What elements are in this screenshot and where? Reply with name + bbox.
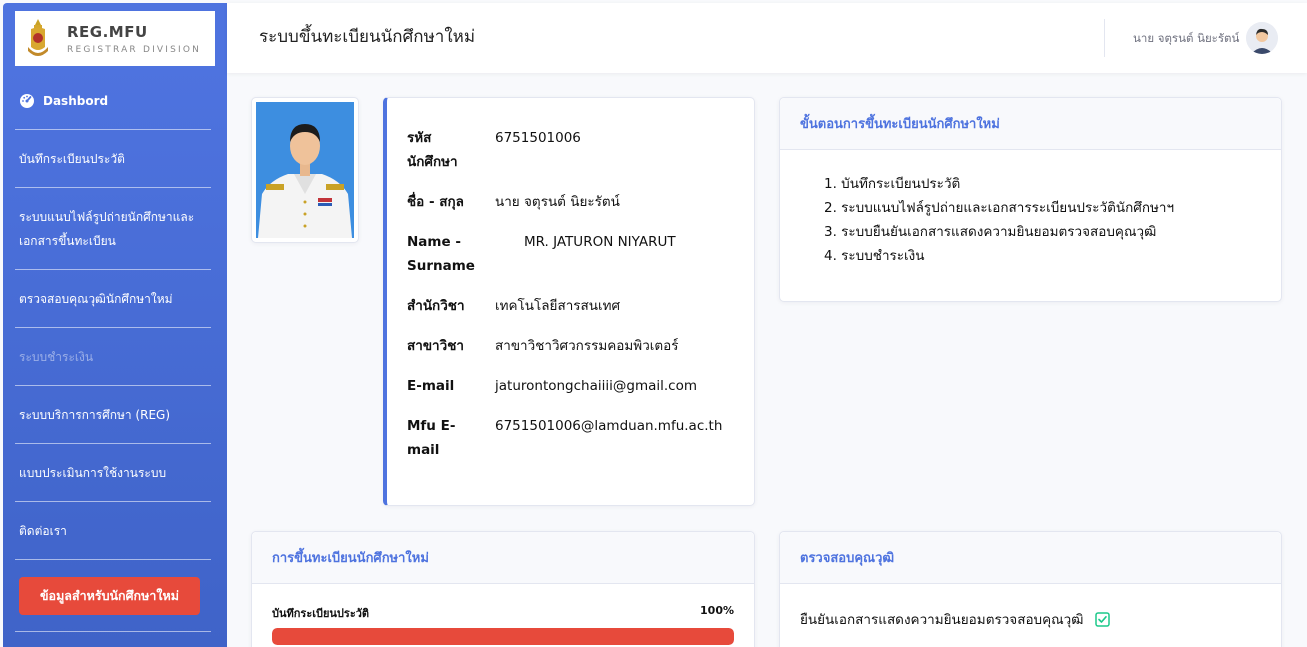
sidebar-divider <box>15 385 211 386</box>
brand-subtitle: REGISTRAR DIVISION <box>67 44 202 55</box>
brand-title: REG.MFU <box>67 22 148 41</box>
sidebar-item-evaluation[interactable]: แบบประเมินการใช้งานระบบ <box>19 461 211 485</box>
sidebar: REG.MFU REGISTRAR DIVISION Dashbord บันท… <box>3 3 227 647</box>
sidebar-item-attach-files[interactable]: ระบบแนบไฟล์รูปถ่ายนักศึกษาและเอกสารขึ้นท… <box>19 205 211 253</box>
sidebar-divider <box>15 501 211 502</box>
progress-label: บันทึกระเบียนประวัติ <box>272 607 370 620</box>
topbar-divider <box>1104 19 1105 57</box>
sidebar-item-label: แบบประเมินการใช้งานระบบ <box>19 466 167 480</box>
registration-progress-card: การขึ้นทะเบียนนักศึกษาใหม่ บันทึกระเบียน… <box>251 531 755 647</box>
sidebar-item-label: ระบบบริการการศึกษา (REG) <box>19 408 171 422</box>
sidebar-divider <box>15 187 211 188</box>
sidebar-divider <box>15 129 211 130</box>
sidebar-item-qualification-check[interactable]: ตรวจสอบคุณวุฒินักศึกษาใหม่ <box>19 287 211 311</box>
qualification-verify-card: ตรวจสอบคุณวุฒิ ยืนยันเอกสารแสดงความยินยอ… <box>779 531 1282 647</box>
sidebar-item-label: ระบบแนบไฟล์รูปถ่ายนักศึกษาและเอกสารขึ้นท… <box>19 210 195 248</box>
university-emblem-icon <box>28 18 48 56</box>
student-id-value: 6751501006 <box>495 130 581 146</box>
info-label: Name - Surname <box>407 234 475 274</box>
sidebar-divider <box>15 327 211 328</box>
sidebar-item-dashboard[interactable]: Dashbord <box>19 89 211 113</box>
page-title: ระบบขึ้นทะเบียนนักศึกษาใหม่ <box>259 27 476 47</box>
sidebar-item-label: ติดต่อเรา <box>19 524 67 538</box>
sidebar-item-label: ระบบชำระเงิน <box>19 350 94 364</box>
verify-item-label: ยืนยันเอกสารแสดงความยินยอมตรวจสอบคุณวุฒิ <box>800 612 1084 628</box>
info-label: สำนักวิชา <box>407 298 465 314</box>
verify-card-header: ตรวจสอบคุณวุฒิ <box>780 532 1281 584</box>
sidebar-item-record-history[interactable]: บันทึกระเบียนประวัติ <box>19 147 211 171</box>
sidebar-item-label: ตรวจสอบคุณวุฒินักศึกษาใหม่ <box>19 292 173 306</box>
name-en-value: MR. JATURON NIYARUT <box>524 234 676 250</box>
checkbox-checked-icon <box>1095 611 1111 627</box>
sidebar-divider <box>15 269 211 270</box>
info-label: สาขาวิชา <box>407 338 464 354</box>
steps-list: 1. บันทึกระเบียนประวัติ 2. ระบบแนบไฟล์รู… <box>824 172 1174 268</box>
sidebar-item-reg-service[interactable]: ระบบบริการการศึกษา (REG) <box>19 403 211 427</box>
major-value: สาขาวิชาวิศวกรรมคอมพิวเตอร์ <box>495 338 679 354</box>
user-name[interactable]: นาย จตุรนต์ นิยะรัตน์ <box>1133 30 1239 48</box>
sidebar-item-dashboard-label: Dashbord <box>43 94 109 108</box>
user-avatar-icon <box>1246 22 1278 54</box>
brand-logo[interactable]: REG.MFU REGISTRAR DIVISION <box>15 11 215 66</box>
list-item: 2. ระบบแนบไฟล์รูปถ่ายและเอกสารระเบียนประ… <box>824 200 1175 216</box>
mfu-email-value: 6751501006@lamduan.mfu.ac.th <box>495 418 723 434</box>
progress-percent: 100% <box>700 604 734 617</box>
steps-card: ขั้นตอนการขึ้นทะเบียนนักศึกษาใหม่ 1. บัน… <box>779 97 1282 302</box>
sidebar-divider <box>15 559 211 560</box>
list-item: 1. บันทึกระเบียนประวัติ <box>824 176 961 192</box>
list-item: 4. ระบบชำระเงิน <box>824 248 925 264</box>
progress-bar-fill <box>272 628 734 645</box>
topbar: ระบบขึ้นทะเบียนนักศึกษาใหม่ นาย จตุรนต์ … <box>227 3 1307 73</box>
student-photo <box>256 102 354 238</box>
progress-bar <box>272 628 734 645</box>
list-item: 3. ระบบยืนยันเอกสารแสดงความยินยอมตรวจสอบ… <box>824 224 1157 240</box>
verify-item: ยืนยันเอกสารแสดงความยินยอมตรวจสอบคุณวุฒิ <box>800 608 1111 630</box>
sidebar-item-label: บันทึกระเบียนประวัติ <box>19 152 125 166</box>
tachometer-icon <box>20 94 34 108</box>
school-value: เทคโนโลยีสารสนเทศ <box>495 298 621 314</box>
info-label: E-mail <box>407 378 455 394</box>
info-label: ชื่อ - สกุล <box>407 194 464 210</box>
student-info-card: รหัสนักศึกษา 6751501006 ชื่อ - สกุล นาย … <box>383 97 755 506</box>
registration-card-header: การขึ้นทะเบียนนักศึกษาใหม่ <box>252 532 754 584</box>
name-th-value: นาย จตุรนต์ นิยะรัตน์ <box>495 194 620 210</box>
email-value: jaturontongchaiiii@gmail.com <box>495 378 697 394</box>
info-label: Mfu E-mail <box>407 418 456 458</box>
student-photo-card <box>251 97 359 243</box>
new-student-info-button[interactable]: ข้อมูลสำหรับนักศึกษาใหม่ <box>19 577 200 615</box>
sidebar-divider <box>15 631 211 632</box>
info-label: รหัสนักศึกษา <box>407 130 458 170</box>
steps-card-header: ขั้นตอนการขึ้นทะเบียนนักศึกษาใหม่ <box>780 98 1281 150</box>
sidebar-item-payment: ระบบชำระเงิน <box>19 345 211 369</box>
sidebar-item-contact[interactable]: ติดต่อเรา <box>19 519 211 543</box>
sidebar-divider <box>15 443 211 444</box>
user-avatar[interactable] <box>1246 22 1278 54</box>
